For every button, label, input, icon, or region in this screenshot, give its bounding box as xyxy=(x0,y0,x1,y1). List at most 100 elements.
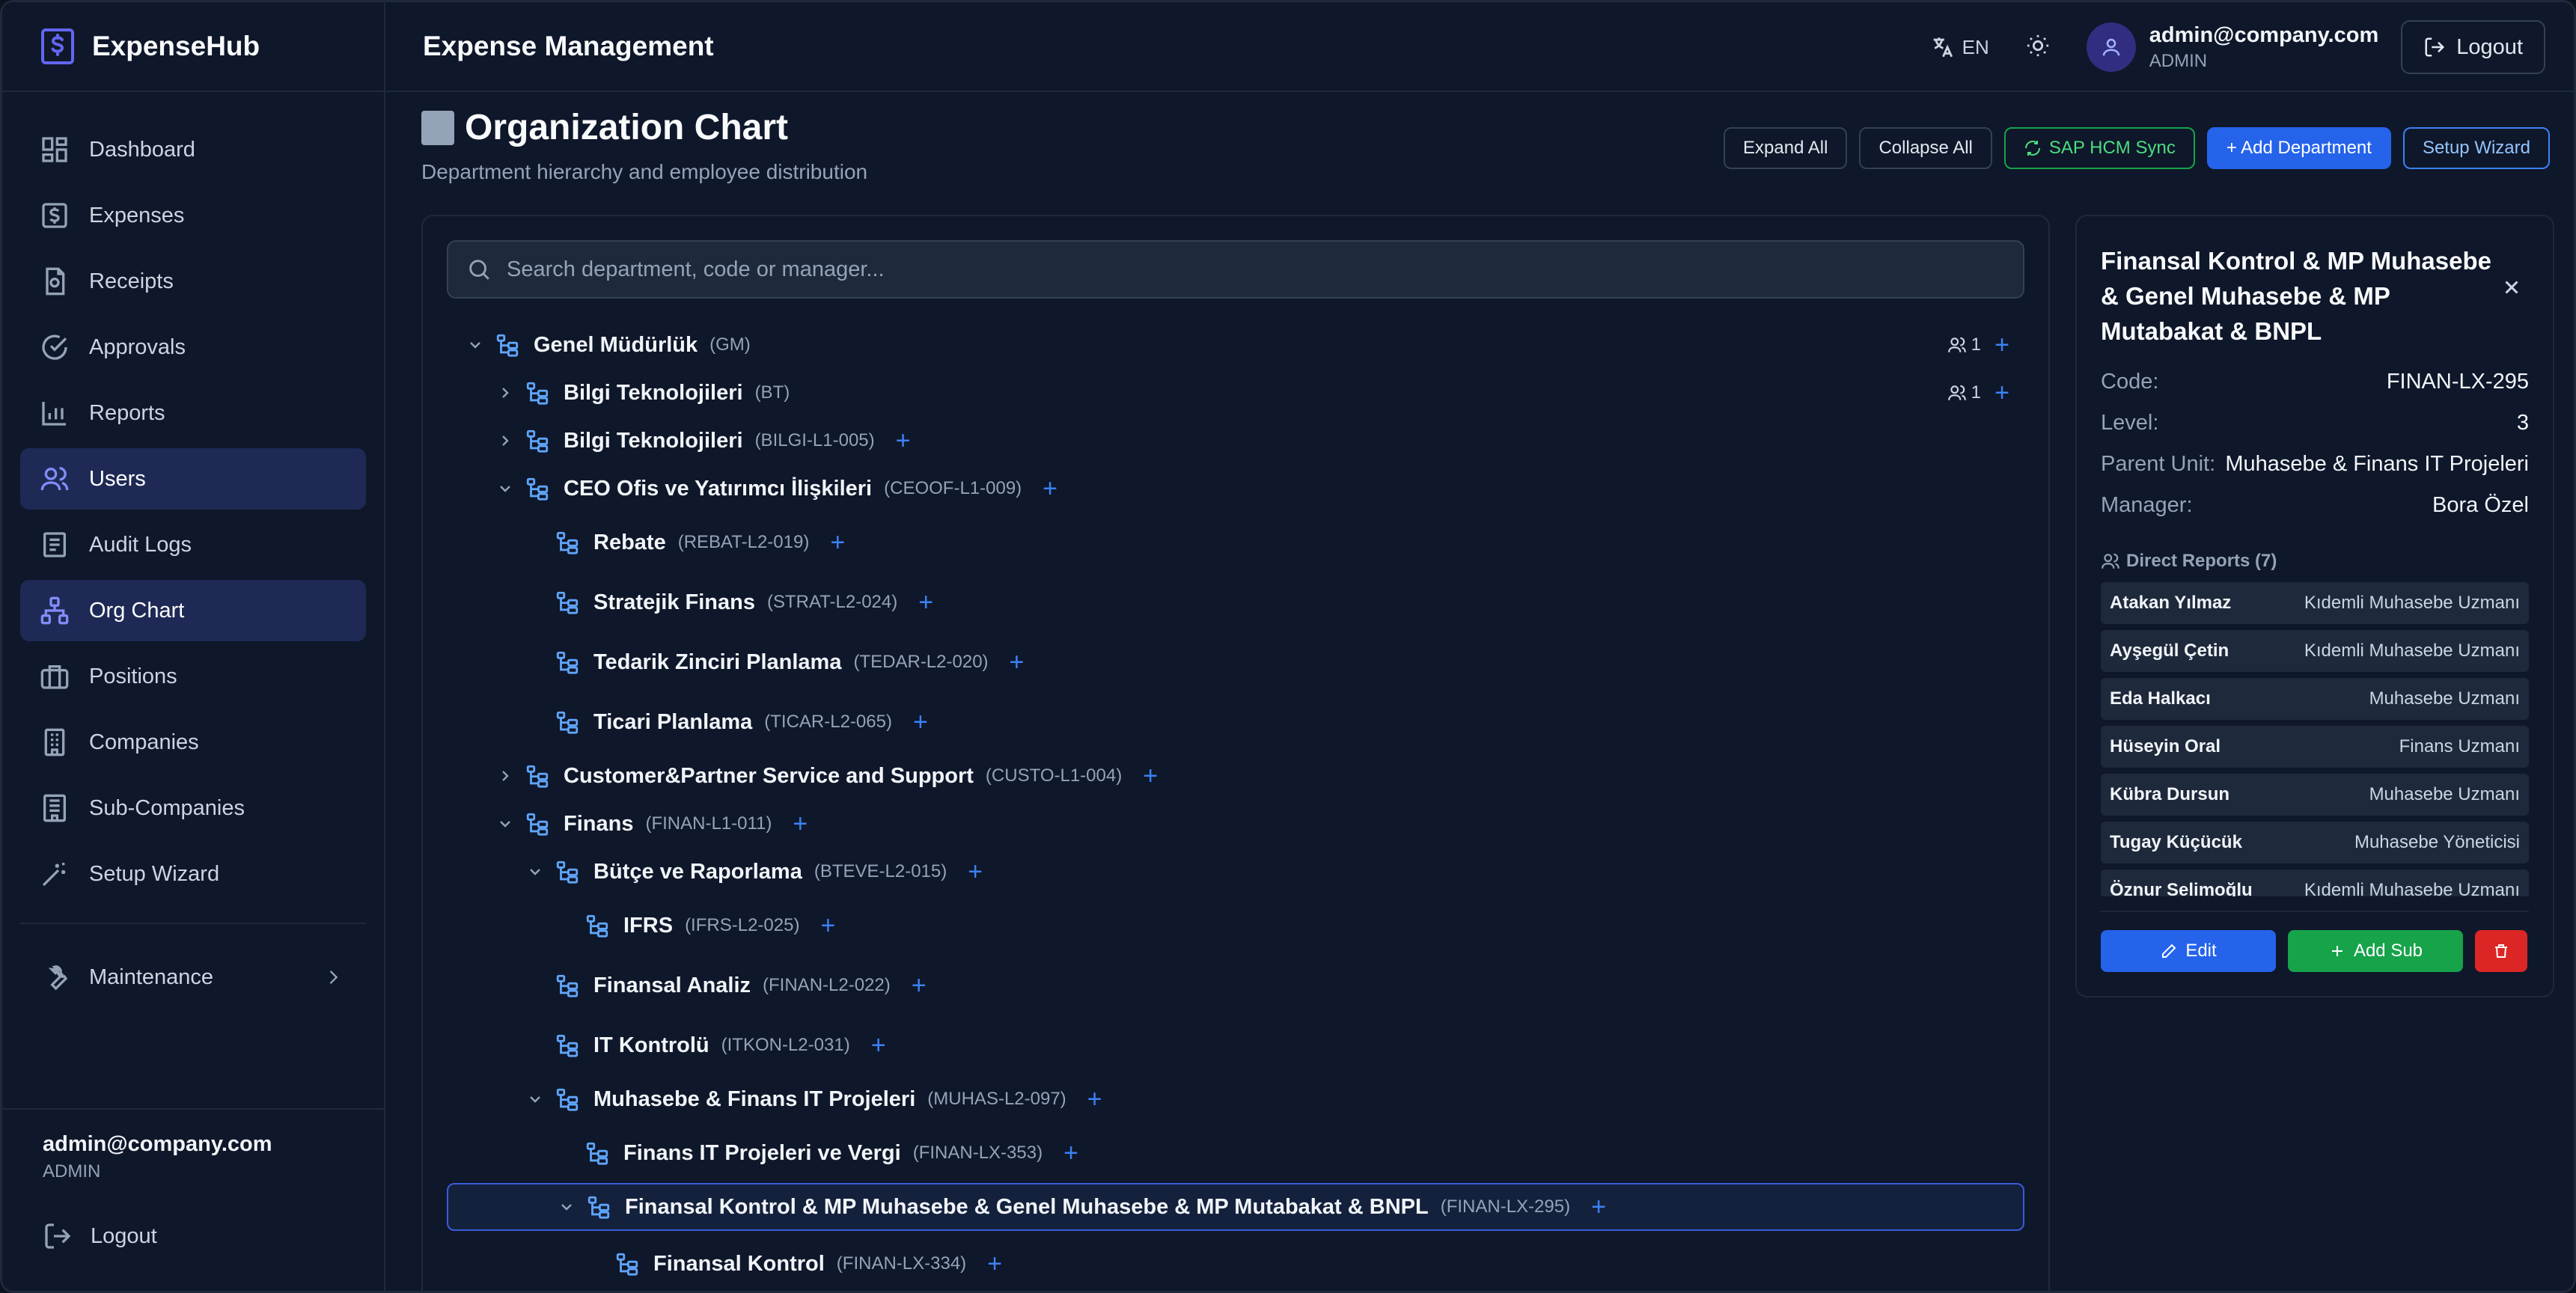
report-title: Muhasebe Uzmanı xyxy=(2369,784,2520,804)
setup-wizard-button[interactable]: Setup Wizard xyxy=(2402,127,2550,169)
collapse-all-button[interactable]: Collapse All xyxy=(1859,127,1992,169)
delete-button[interactable] xyxy=(2475,930,2527,972)
add-child-button[interactable]: + xyxy=(896,427,911,456)
sidebar-item-dashboard[interactable]: Dashboard xyxy=(20,119,366,180)
tree-node[interactable]: Bilgi Teknolojileri (BILGI-L1-005) + xyxy=(447,417,2024,465)
add-sub-button[interactable]: Add Sub xyxy=(2288,930,2463,972)
add-child-button[interactable]: + xyxy=(820,911,835,941)
wrench-icon xyxy=(48,965,68,991)
tree-node[interactable]: Finansal Analiz (FINAN-L2-022) + xyxy=(447,962,2024,1009)
tree-node-code: (STRAT-L2-024) xyxy=(766,592,898,612)
search-input[interactable] xyxy=(507,257,2023,282)
close-icon xyxy=(2505,281,2518,294)
chevron-down-icon[interactable] xyxy=(492,810,519,837)
chevron-down-icon[interactable] xyxy=(522,1086,549,1113)
add-child-button[interactable]: + xyxy=(912,971,927,1000)
chevron-down-icon[interactable] xyxy=(462,331,489,358)
logout-button[interactable]: Logout xyxy=(2401,20,2545,74)
chevron-right-icon[interactable] xyxy=(492,379,519,406)
add-child-button[interactable]: + xyxy=(987,1250,1002,1279)
tree-node-name: Bütçe ve Raporlama xyxy=(593,859,802,884)
expand-all-button[interactable]: Expand All xyxy=(1724,127,1848,169)
add-child-button[interactable]: + xyxy=(1591,1193,1606,1222)
add-child-button[interactable]: + xyxy=(1010,648,1025,677)
sidebar-item-expenses[interactable]: Expenses xyxy=(20,185,366,246)
chevron-down-icon[interactable] xyxy=(553,1193,580,1220)
chevron-down-icon[interactable] xyxy=(492,475,519,502)
tree-node-code: (ITKON-L2-031) xyxy=(721,1035,850,1055)
sidebar-logout-button[interactable]: Logout xyxy=(43,1221,384,1251)
theme-toggle[interactable] xyxy=(2025,33,2051,62)
tree-node[interactable]: Bilgi Teknolojileri (BT) 1 + xyxy=(447,369,2024,417)
tree-node[interactable]: Stratejik Finans (STRAT-L2-024) + xyxy=(447,578,2024,626)
tree-node-name: IT Kontrolü xyxy=(593,1033,709,1057)
list-item[interactable]: Ayşegül Çetin Kıdemli Muhasebe Uzmanı xyxy=(2101,630,2529,672)
sidebar-item-sub-companies[interactable]: Sub-Companies xyxy=(20,777,366,839)
sap-sync-button[interactable]: SAP HCM Sync xyxy=(2003,127,2195,169)
chevron-down-icon[interactable] xyxy=(522,858,549,885)
tree-node[interactable]: Muhasebe & Finans IT Projeleri (MUHAS-L2-… xyxy=(447,1075,2024,1123)
chevron-right-icon[interactable] xyxy=(492,762,519,789)
add-child-button[interactable]: + xyxy=(1994,379,2009,408)
language-switch[interactable]: EN xyxy=(1929,34,1989,60)
sidebar-item-positions[interactable]: Positions xyxy=(20,646,366,707)
tree-node[interactable]: Ticari Planlama (TICAR-L2-065) + xyxy=(447,698,2024,746)
tree-node[interactable]: Tedarik Zinciri Planlama (TEDAR-L2-020) + xyxy=(447,638,2024,686)
list-item[interactable]: Kübra Dursun Muhasebe Uzmanı xyxy=(2101,774,2529,816)
sidebar-item-receipts[interactable]: Receipts xyxy=(20,251,366,312)
add-child-button[interactable]: + xyxy=(968,858,983,887)
sidebar-item-org-chart[interactable]: Org Chart xyxy=(20,580,366,641)
sidebar-item-audit-logs[interactable]: Audit Logs xyxy=(20,514,366,575)
tree-node-name: Bilgi Teknolojileri xyxy=(564,428,743,453)
detail-manager-row: Manager: Bora Özel xyxy=(2101,493,2529,517)
tree-node[interactable]: Finans (FINAN-L1-011) + xyxy=(447,800,2024,848)
users-icon xyxy=(1947,337,1966,352)
list-item[interactable]: Atakan Yılmaz Kıdemli Muhasebe Uzmanı xyxy=(2101,582,2529,624)
close-button[interactable] xyxy=(2500,276,2523,299)
tree-node[interactable]: IFRS (IFRS-L2-025) + xyxy=(447,902,2024,950)
tree-node[interactable]: IT Kontrolü (ITKON-L2-031) + xyxy=(447,1021,2024,1069)
hierarchy-icon xyxy=(555,859,580,884)
sidebar-item-companies[interactable]: Companies xyxy=(20,712,366,773)
add-child-button[interactable]: + xyxy=(1087,1085,1102,1114)
tree-node[interactable]: Customer&Partner Service and Support (CUS… xyxy=(447,752,2024,800)
tree-node-name: Finansal Kontrol xyxy=(653,1251,825,1276)
sidebar-item-approvals[interactable]: Approvals xyxy=(20,317,366,378)
tree-node-name: Ticari Planlama xyxy=(593,709,753,734)
list-item[interactable]: Öznur Selimoğlu Kıdemli Muhasebe Uzmanı xyxy=(2101,869,2529,896)
brand[interactable]: ExpenseHub xyxy=(2,2,384,92)
report-name: Eda Halkacı xyxy=(2110,688,2211,709)
edit-button[interactable]: Edit xyxy=(2101,930,2276,972)
building-icon xyxy=(44,728,65,756)
add-child-button[interactable]: + xyxy=(793,810,808,839)
chevron-right-icon[interactable] xyxy=(492,427,519,454)
detail-manager: Bora Özel xyxy=(2432,493,2529,517)
add-child-button[interactable]: + xyxy=(918,588,933,617)
tree-node[interactable]: Rebate (REBAT-L2-019) + xyxy=(447,519,2024,566)
tree-node[interactable]: Genel Müdürlük (GM) 1 + xyxy=(447,321,2024,369)
list-item[interactable]: Hüseyin Oral Finans Uzmanı xyxy=(2101,726,2529,768)
add-department-button[interactable]: + Add Department xyxy=(2206,127,2391,169)
add-child-button[interactable]: + xyxy=(871,1031,886,1060)
add-child-button[interactable]: + xyxy=(1143,762,1158,791)
tree-node[interactable]: CEO Ofis ve Yatırımcı İlişkileri (CEOOF-L… xyxy=(447,465,2024,513)
add-child-button[interactable]: + xyxy=(1994,331,2009,360)
sidebar-item-reports[interactable]: Reports xyxy=(20,382,366,444)
tree-node[interactable]: Finans IT Projeleri ve Vergi (FINAN-LX-35… xyxy=(447,1129,2024,1177)
add-child-button[interactable]: + xyxy=(1043,474,1057,504)
add-child-button[interactable]: + xyxy=(913,708,928,737)
sidebar-item-maintenance[interactable]: Maintenance xyxy=(20,947,366,1008)
add-child-button[interactable]: + xyxy=(830,528,845,557)
add-child-button[interactable]: + xyxy=(1063,1139,1078,1168)
detail-title: Finansal Kontrol & MP Muhasebe & Genel M… xyxy=(2101,247,2491,345)
list-item[interactable]: Tugay Küçücük Muhasebe Yöneticisi xyxy=(2101,822,2529,863)
direct-reports-list[interactable]: Atakan Yılmaz Kıdemli Muhasebe Uzmanı Ayşe… xyxy=(2101,582,2529,896)
tree-node-code: (BTEVE-L2-015) xyxy=(814,861,947,881)
list-item[interactable]: Eda Halkacı Muhasebe Uzmanı xyxy=(2101,678,2529,720)
sidebar-item-setup-wizard[interactable]: Setup Wizard xyxy=(20,843,366,905)
tree-node[interactable]: Finansal Kontrol (FINAN-LX-334) + xyxy=(447,1240,2024,1288)
avatar[interactable] xyxy=(2086,22,2136,72)
tree-node[interactable]: Bütçe ve Raporlama (BTEVE-L2-015) + xyxy=(447,848,2024,896)
sidebar-item-users[interactable]: Users xyxy=(20,448,366,510)
tree-node[interactable]: Finansal Kontrol & MP Muhasebe & Genel M… xyxy=(447,1183,2024,1231)
